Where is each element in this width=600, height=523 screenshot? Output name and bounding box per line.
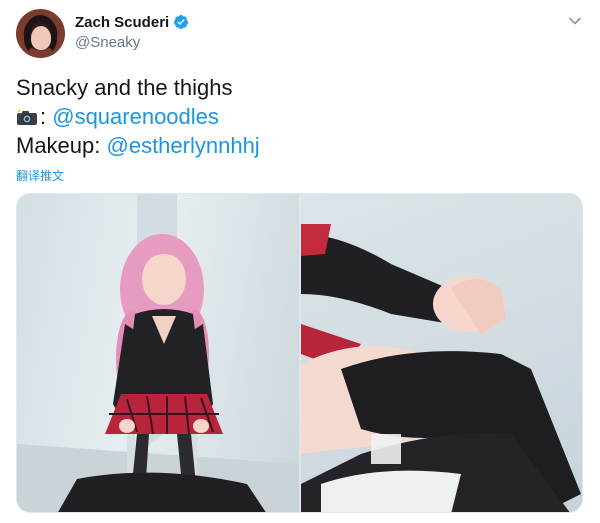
avatar-face — [31, 26, 51, 50]
photo-2[interactable] — [301, 194, 582, 512]
photo-1[interactable] — [17, 194, 299, 512]
tweet-line-2-prefix: : — [40, 104, 53, 129]
chevron-down-icon[interactable] — [568, 14, 582, 28]
avatar[interactable] — [16, 9, 65, 58]
tweet-line-1: Snacky and the thighs — [16, 75, 233, 100]
tweet-text: Snacky and the thighs : @squarenoodles M… — [16, 73, 260, 160]
display-name-row: Zach Scuderi — [75, 12, 189, 32]
media-grid — [16, 193, 583, 513]
tweet-line-3-prefix: Makeup: — [16, 133, 107, 158]
verified-badge-icon — [174, 15, 189, 29]
mention-estherlynnhhj[interactable]: @estherlynnhhj — [107, 133, 260, 158]
user-info: Zach Scuderi @Sneaky — [75, 12, 189, 51]
photo-2-illustration — [301, 224, 581, 512]
user-handle[interactable]: @Sneaky — [75, 34, 189, 51]
photo-1-illustration — [17, 194, 299, 512]
mention-squarenoodles[interactable]: @squarenoodles — [52, 104, 219, 129]
tweet-line-3: Makeup: @estherlynnhhj — [16, 131, 260, 160]
tweet-line-2: : @squarenoodles — [16, 102, 260, 131]
translate-tweet-link[interactable]: 翻译推文 — [16, 167, 64, 184]
display-name[interactable]: Zach Scuderi — [75, 14, 169, 31]
tweet-card: Zach Scuderi @Sneaky Snacky and the thig… — [0, 0, 600, 523]
camera-with-flash-icon — [17, 108, 37, 125]
